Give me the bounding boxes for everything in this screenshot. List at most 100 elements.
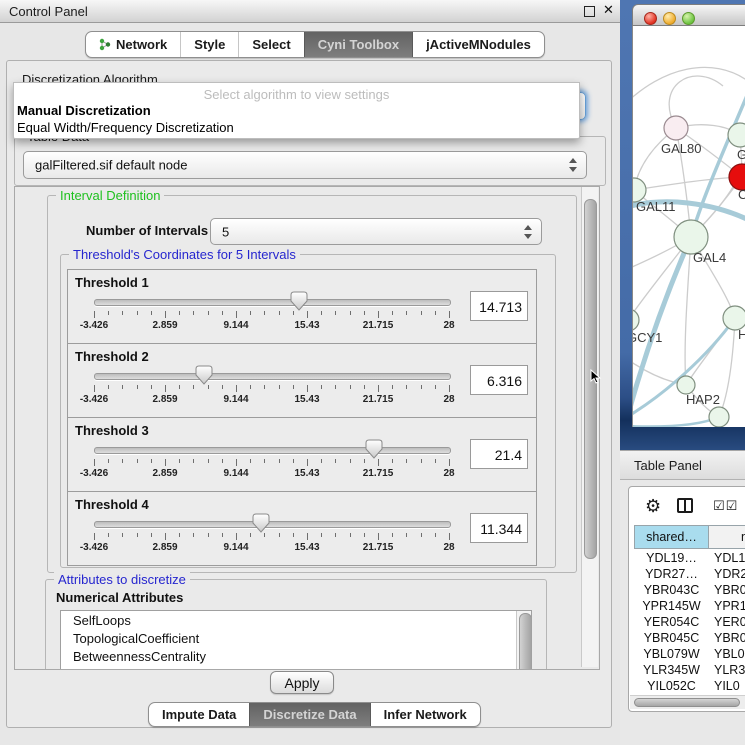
settings-scrollbar[interactable] bbox=[581, 187, 598, 667]
slider-tick bbox=[236, 533, 237, 540]
slider-tick bbox=[435, 385, 436, 389]
network-edge[interactable] bbox=[719, 318, 735, 417]
tab-network[interactable]: Network bbox=[86, 32, 180, 57]
cell-name: YER0 bbox=[714, 615, 745, 629]
slider-track[interactable] bbox=[94, 373, 451, 380]
slider-tick bbox=[435, 459, 436, 463]
slider-tick-label: 28 bbox=[443, 320, 454, 331]
cell-name: YBL0 bbox=[714, 647, 745, 661]
dropdown-option-manual-discretization[interactable]: Manual Discretization bbox=[17, 103, 151, 118]
list-scrollbar-thumb[interactable] bbox=[519, 613, 532, 670]
table-row[interactable]: YDR27…YDR2 bbox=[629, 567, 745, 583]
slider-tick bbox=[307, 533, 308, 540]
split-columns-icon[interactable] bbox=[677, 498, 693, 513]
tab-cyni-toolbox[interactable]: Cyni Toolbox bbox=[304, 32, 412, 57]
network-window-titlebar[interactable] bbox=[632, 4, 745, 26]
slider-track[interactable] bbox=[94, 447, 451, 454]
numerical-attributes-list[interactable]: SelfLoopsTopologicalCoefficientBetweenne… bbox=[60, 610, 532, 670]
tab-label: Discretize Data bbox=[263, 707, 356, 722]
table-row[interactable]: YDL19…YDL1 bbox=[629, 551, 745, 567]
table-row[interactable]: YIL052CYIL0 bbox=[629, 679, 745, 695]
slider-tick bbox=[137, 385, 138, 389]
slider-tick bbox=[378, 459, 379, 466]
network-edge[interactable] bbox=[633, 67, 745, 106]
table-panel-titlebar[interactable]: Table Panel bbox=[620, 450, 745, 480]
table-data-combobox[interactable]: galFiltered.sif default node bbox=[23, 151, 587, 179]
tab-infer-network[interactable]: Infer Network bbox=[370, 703, 480, 726]
list-scrollbar[interactable] bbox=[516, 611, 531, 670]
tab-jactivemnodules[interactable]: jActiveMNodules bbox=[412, 32, 544, 57]
close-traffic-light-icon[interactable] bbox=[644, 12, 657, 25]
tab-discretize-data[interactable]: Discretize Data bbox=[249, 703, 369, 726]
slider-track[interactable] bbox=[94, 521, 451, 528]
slider-thumb[interactable] bbox=[290, 291, 308, 311]
table-hscroll-thumb[interactable] bbox=[634, 698, 740, 707]
column-header-name[interactable]: na bbox=[708, 525, 745, 549]
network-edge[interactable] bbox=[634, 177, 742, 190]
network-node-label: H bbox=[738, 327, 745, 342]
attribute-item-topologicalcoefficient[interactable]: TopologicalCoefficient bbox=[61, 629, 531, 647]
float-window-icon[interactable] bbox=[584, 6, 595, 17]
slider-tick-label: 15.43 bbox=[294, 394, 319, 405]
threshold-value-field[interactable]: 6.316 bbox=[470, 365, 528, 395]
network-canvas[interactable]: GAL80GCGAL11GAL4GCY1HHAP2 bbox=[632, 26, 745, 427]
table-horizontal-scrollbar[interactable] bbox=[630, 695, 745, 709]
slider-track[interactable] bbox=[94, 299, 451, 306]
network-node-label: G bbox=[737, 147, 745, 162]
network-edge-highlighted[interactable] bbox=[633, 417, 719, 427]
network-edge[interactable] bbox=[685, 237, 691, 385]
attribute-item-betweennesscentrality[interactable]: BetweennessCentrality bbox=[61, 647, 531, 665]
top-tab-bar: Network Style Select Cyni ToolboxjActiveMNo… bbox=[85, 31, 545, 58]
checkbox-icons[interactable]: ☑☑ bbox=[713, 498, 738, 514]
slider-thumb[interactable] bbox=[195, 365, 213, 385]
threshold-value-field[interactable]: 11.344 bbox=[470, 513, 528, 543]
slider-tick bbox=[264, 459, 265, 463]
dropdown-option-equal-width-frequency-discretization[interactable]: Equal Width/Frequency Discretization bbox=[17, 120, 234, 135]
table-row[interactable]: YBR045CYBR0 bbox=[629, 631, 745, 647]
table-row[interactable]: YLR345WYLR3 bbox=[629, 663, 745, 679]
slider-tick bbox=[378, 385, 379, 392]
slider-tick bbox=[406, 385, 407, 389]
slider-tick bbox=[421, 385, 422, 389]
network-node-gal4[interactable] bbox=[674, 220, 708, 254]
tab-style[interactable]: Style bbox=[180, 32, 238, 57]
slider-tick-label: 21.715 bbox=[363, 468, 394, 479]
column-header-shared-name[interactable]: shared… bbox=[634, 525, 709, 549]
threshold-value-field[interactable]: 21.4 bbox=[470, 439, 528, 469]
slider-tick bbox=[94, 385, 95, 392]
tab-impute-data[interactable]: Impute Data bbox=[149, 703, 249, 726]
network-node-g[interactable] bbox=[728, 123, 745, 147]
slider-thumb[interactable] bbox=[252, 513, 270, 533]
network-node-gal80[interactable] bbox=[664, 116, 688, 140]
table-row[interactable]: YBR043CYBR0 bbox=[629, 583, 745, 599]
threshold-panel-2: Threshold 2-3.4262.8599.14415.4321.71528… bbox=[67, 343, 537, 418]
slider-tick bbox=[335, 311, 336, 315]
attribute-item-selfloops[interactable]: SelfLoops bbox=[61, 611, 531, 629]
mouse-cursor bbox=[590, 369, 602, 385]
slider-tick-label: 2.859 bbox=[152, 468, 177, 479]
cell-name: YDR2 bbox=[714, 567, 745, 581]
close-icon[interactable]: ✕ bbox=[603, 2, 614, 18]
slider-tick bbox=[321, 311, 322, 315]
slider-thumb[interactable] bbox=[365, 439, 383, 459]
network-node-gcy1[interactable] bbox=[633, 309, 639, 331]
apply-button[interactable]: Apply bbox=[270, 671, 334, 694]
gear-icon[interactable]: ⚙ bbox=[645, 497, 661, 515]
network-node[interactable] bbox=[709, 407, 729, 427]
tab-select[interactable]: Select bbox=[238, 32, 303, 57]
slider-tick bbox=[122, 533, 123, 537]
slider-tick bbox=[250, 533, 251, 537]
zoom-traffic-light-icon[interactable] bbox=[682, 12, 695, 25]
minimize-traffic-light-icon[interactable] bbox=[663, 12, 676, 25]
table-row[interactable]: YBL079WYBL0 bbox=[629, 647, 745, 663]
slider-tick bbox=[307, 311, 308, 318]
threshold-value-field[interactable]: 14.713 bbox=[470, 291, 528, 321]
slider-tick bbox=[364, 533, 365, 537]
tab-label: Select bbox=[252, 37, 290, 52]
network-icon bbox=[99, 38, 111, 51]
number-of-intervals-combobox[interactable]: 5 bbox=[210, 218, 542, 245]
table-row[interactable]: YER054CYER0 bbox=[629, 615, 745, 631]
tab-label: Network bbox=[116, 37, 167, 52]
slider-tick bbox=[321, 459, 322, 463]
table-row[interactable]: YPR145WYPR1 bbox=[629, 599, 745, 615]
